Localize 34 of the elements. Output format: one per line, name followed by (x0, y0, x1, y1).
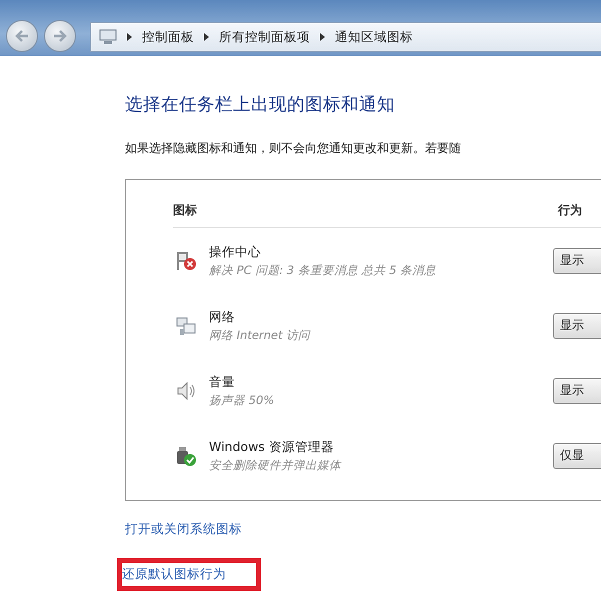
breadcrumb[interactable]: 通知区域图标 (335, 28, 413, 46)
chevron-icon (320, 33, 325, 41)
highlighted-link[interactable]: 还原默认图标行为 (117, 558, 261, 591)
behavior-dropdown[interactable]: 显示 (553, 248, 601, 274)
item-name: Windows 资源管理器 (209, 438, 335, 456)
back-button[interactable] (6, 20, 38, 52)
behavior-dropdown[interactable]: 仅显 (553, 442, 601, 468)
usb-device-icon (175, 444, 197, 466)
item-description: 安全删除硬件并弹出媒体 (209, 458, 342, 472)
item-description: 网络 Internet 访问 (209, 328, 312, 342)
item-name: 操作中心 (209, 244, 262, 260)
network-icon (175, 314, 197, 336)
column-header: 行为 (558, 202, 583, 219)
item-name: 音量 (209, 374, 236, 390)
behavior-dropdown[interactable]: 显示 (553, 312, 601, 338)
behavior-dropdown[interactable]: 显示 (553, 378, 601, 404)
computer-icon (99, 29, 117, 45)
intro-text: 如果选择隐藏图标和通知，则不会向您通知更改和更新。若要随 (125, 140, 462, 157)
speaker-icon (175, 380, 197, 402)
item-description: 解决 PC 问题: 3 条重要消息 总共 5 条消息 (209, 262, 438, 278)
forward-arrow-icon (53, 30, 67, 42)
item-description: 扬声器 50% (209, 392, 276, 408)
breadcrumb[interactable]: 所有控制面板项 (219, 28, 310, 46)
back-arrow-icon (15, 30, 29, 42)
forward-button[interactable] (44, 20, 76, 52)
breadcrumb[interactable]: 控制面板 (142, 28, 194, 46)
link[interactable]: 打开或关闭系统图标 (122, 519, 245, 540)
flag-icon (175, 250, 197, 272)
item-name: 网络 (209, 308, 236, 326)
address-bar[interactable]: 控制面板 所有控制面板项 通知区域图标 (90, 22, 601, 52)
chevron-icon (204, 33, 209, 41)
page-heading: 选择在任务栏上出现的图标和通知 (125, 94, 396, 116)
column-header: 图标 (173, 202, 198, 219)
chevron-icon (127, 33, 132, 41)
